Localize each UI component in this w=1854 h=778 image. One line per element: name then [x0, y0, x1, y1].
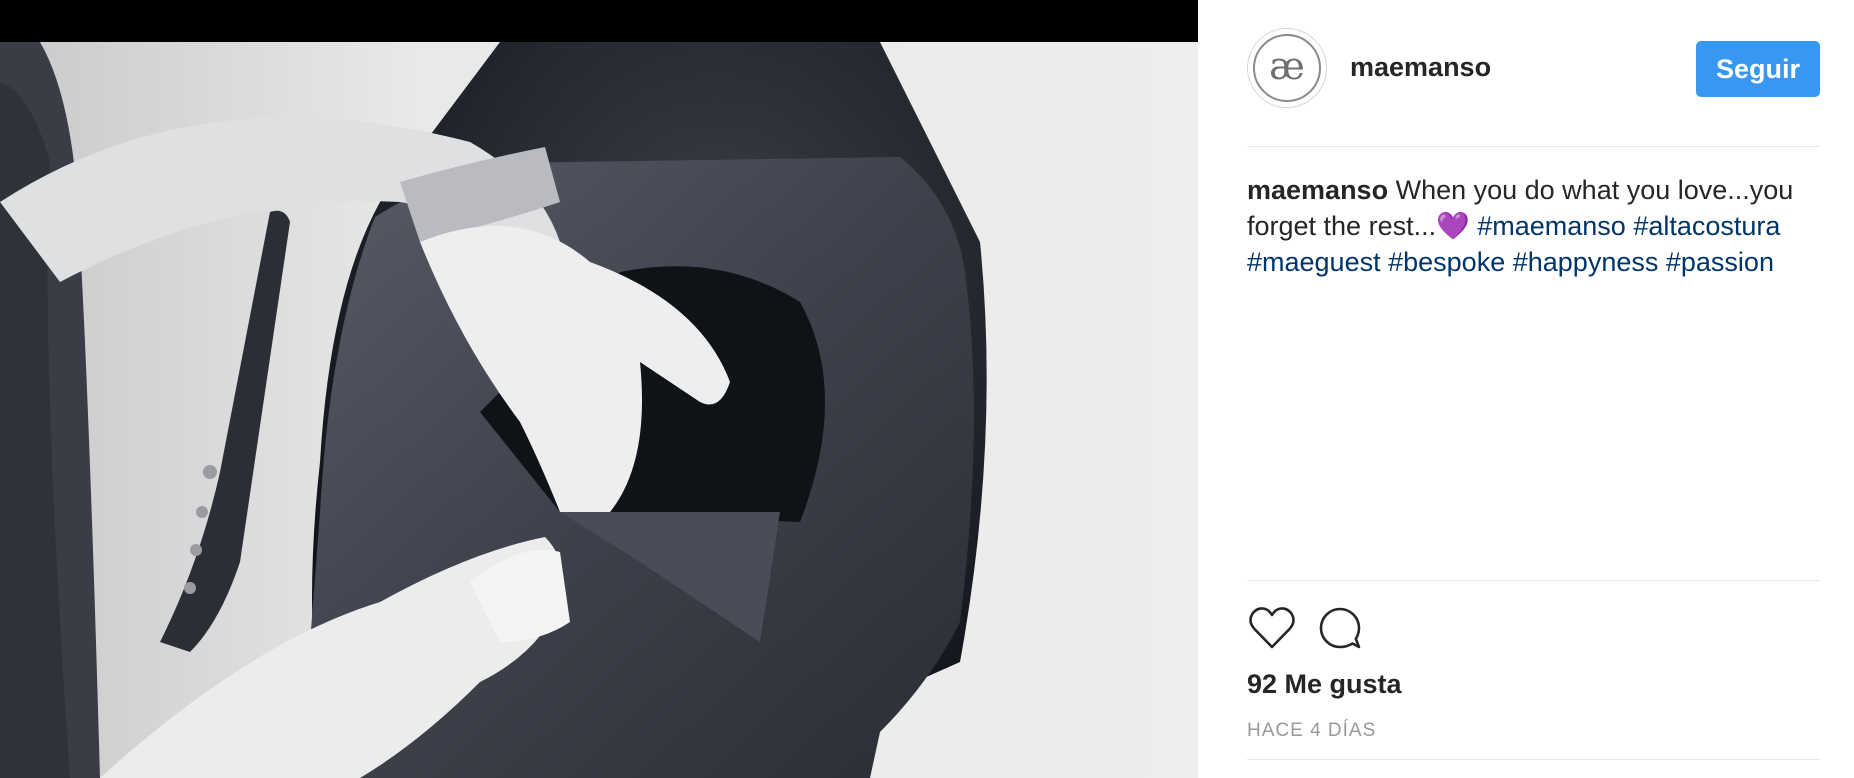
avatar[interactable]: æ — [1247, 28, 1327, 108]
heart-icon[interactable] — [1247, 603, 1297, 653]
avatar-logo: æ — [1253, 34, 1321, 102]
hashtag-link[interactable]: #bespoke — [1388, 247, 1505, 277]
hashtag-link[interactable]: #maeguest — [1247, 247, 1381, 277]
follow-button[interactable]: Seguir — [1696, 41, 1820, 97]
username-link[interactable]: maemanso — [1350, 52, 1491, 83]
post-caption: maemanso When you do what you love...you… — [1247, 172, 1822, 280]
purple-heart-emoji: 💜 — [1436, 211, 1470, 241]
post-photo[interactable] — [0, 0, 1198, 778]
caption-author-link[interactable]: maemanso — [1247, 175, 1388, 205]
post-sidebar: æ maemanso Seguir maemanso When you do w… — [1198, 0, 1854, 778]
hashtag-link[interactable]: #altacostura — [1633, 211, 1780, 241]
post-actions: 92 Me gusta HACE 4 DÍAS — [1247, 580, 1820, 760]
post-image — [0, 42, 1198, 778]
comment-icon[interactable] — [1315, 603, 1365, 653]
like-count[interactable]: 92 Me gusta — [1247, 669, 1402, 700]
post-header: æ maemanso Seguir — [1247, 0, 1820, 147]
post-timestamp[interactable]: HACE 4 DÍAS — [1247, 720, 1376, 742]
hashtag-link[interactable]: #passion — [1666, 247, 1774, 277]
hashtag-link[interactable]: #maemanso — [1477, 211, 1626, 241]
hashtag-link[interactable]: #happyness — [1513, 247, 1659, 277]
